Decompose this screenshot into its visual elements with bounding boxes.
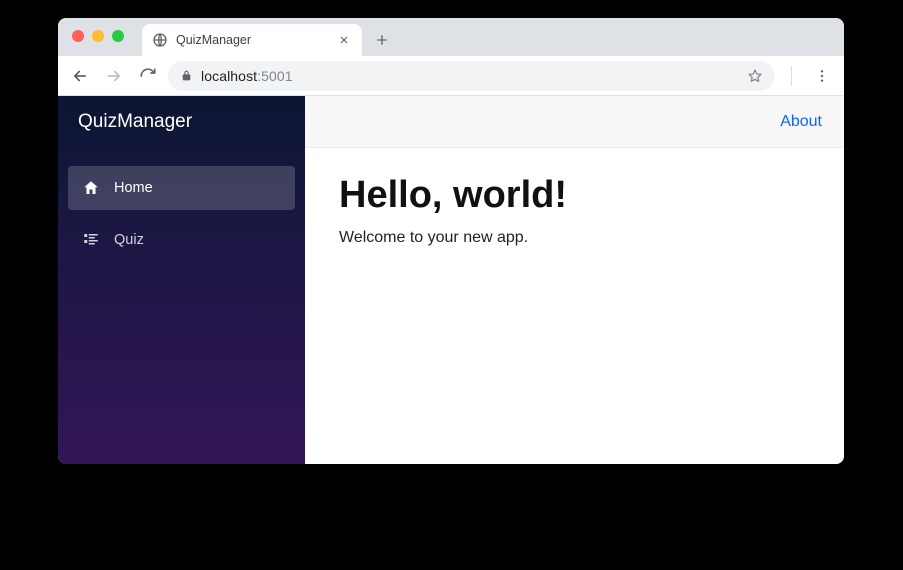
page-heading: Hello, world! bbox=[339, 174, 810, 217]
sidebar-item-label: Home bbox=[114, 180, 153, 196]
address-bar[interactable]: localhost:5001 bbox=[168, 61, 775, 91]
main-area: About Hello, world! Welcome to your new … bbox=[305, 96, 844, 464]
browser-toolbar: localhost:5001 bbox=[58, 56, 844, 96]
lock-icon bbox=[180, 69, 193, 82]
url-text: localhost:5001 bbox=[201, 68, 739, 84]
tab-title: QuizManager bbox=[176, 33, 328, 47]
nav-back-button[interactable] bbox=[66, 62, 94, 90]
tab-close-button[interactable] bbox=[336, 32, 352, 48]
url-host: localhost bbox=[201, 68, 257, 84]
new-tab-button[interactable] bbox=[368, 26, 396, 54]
toolbar-divider bbox=[791, 66, 792, 86]
url-port: :5001 bbox=[257, 68, 293, 84]
browser-tab-active[interactable]: QuizManager bbox=[142, 24, 362, 56]
sidebar-item-label: Quiz bbox=[114, 232, 144, 248]
titlebar: QuizManager bbox=[58, 18, 844, 56]
globe-icon bbox=[152, 32, 168, 48]
bookmark-star-icon[interactable] bbox=[747, 68, 763, 84]
about-link[interactable]: About bbox=[780, 113, 822, 131]
list-icon bbox=[82, 231, 100, 249]
tabs-area: QuizManager bbox=[142, 18, 396, 56]
sidebar-brand[interactable]: QuizManager bbox=[58, 96, 305, 148]
nav-reload-button[interactable] bbox=[134, 62, 162, 90]
home-icon bbox=[82, 179, 100, 197]
window-close-button[interactable] bbox=[72, 30, 84, 42]
sidebar-item-quiz[interactable]: Quiz bbox=[68, 218, 295, 262]
nav-forward-button[interactable] bbox=[100, 62, 128, 90]
sidebar-item-home[interactable]: Home bbox=[68, 166, 295, 210]
sidebar: QuizManager Home Quiz bbox=[58, 96, 305, 464]
browser-window: QuizManager localhost:5001 bbox=[58, 18, 844, 464]
sidebar-nav: Home Quiz bbox=[58, 148, 305, 262]
window-minimize-button[interactable] bbox=[92, 30, 104, 42]
window-zoom-button[interactable] bbox=[112, 30, 124, 42]
app-viewport: QuizManager Home Quiz About bbox=[58, 96, 844, 464]
window-controls bbox=[72, 30, 124, 42]
page-subtext: Welcome to your new app. bbox=[339, 229, 810, 247]
topbar: About bbox=[305, 96, 844, 148]
content: Hello, world! Welcome to your new app. bbox=[305, 148, 844, 464]
browser-menu-button[interactable] bbox=[808, 62, 836, 90]
